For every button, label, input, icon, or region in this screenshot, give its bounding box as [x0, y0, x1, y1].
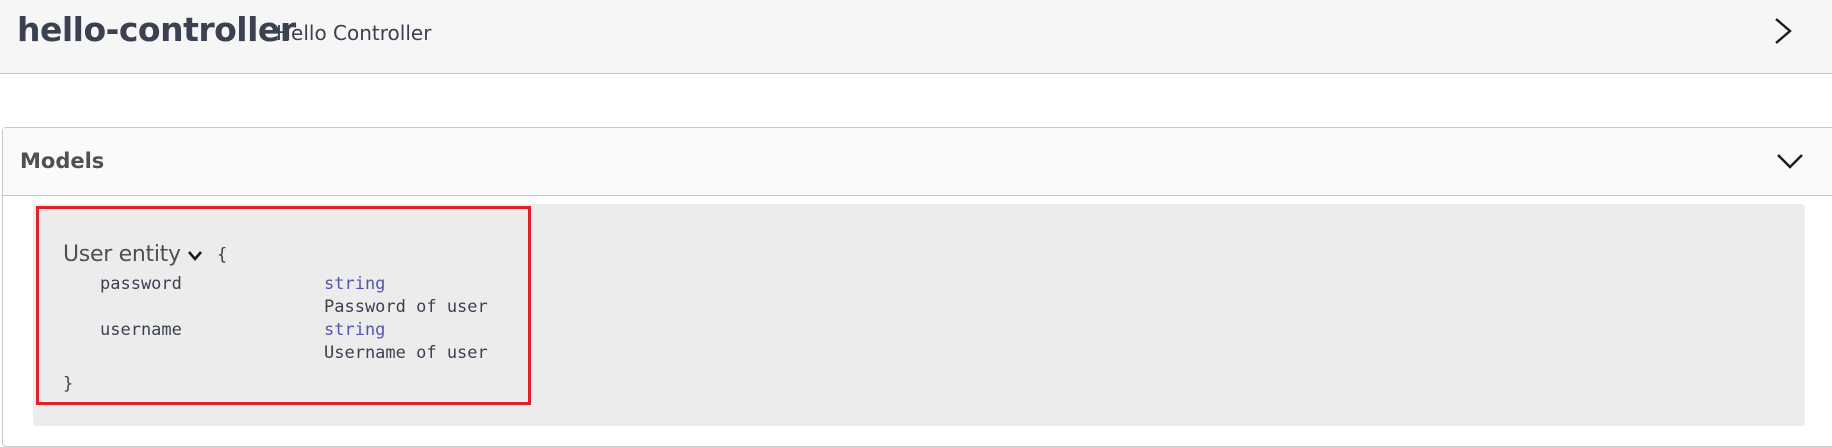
property-type-password: string — [324, 274, 386, 294]
chevron-down-icon[interactable] — [1775, 150, 1805, 172]
property-description-password: Password of user — [324, 297, 488, 317]
tag-description: Hello Controller — [276, 21, 432, 45]
model-open-brace: { — [217, 245, 228, 265]
model-close-brace: } — [63, 374, 74, 394]
property-name-username: username — [100, 320, 182, 340]
model-title[interactable]: User entity — [63, 242, 181, 267]
chevron-down-icon[interactable] — [186, 248, 204, 264]
property-type-username: string — [324, 320, 386, 340]
models-title[interactable]: Models — [20, 149, 104, 173]
tag-section-hello-controller[interactable]: hello-controller Hello Controller — [0, 0, 1832, 74]
models-header[interactable]: Models — [3, 128, 1832, 196]
property-name-password: password — [100, 274, 182, 294]
tag-name[interactable]: hello-controller — [17, 10, 296, 49]
chevron-right-icon[interactable] — [1770, 15, 1796, 47]
property-description-username: Username of user — [324, 343, 488, 363]
